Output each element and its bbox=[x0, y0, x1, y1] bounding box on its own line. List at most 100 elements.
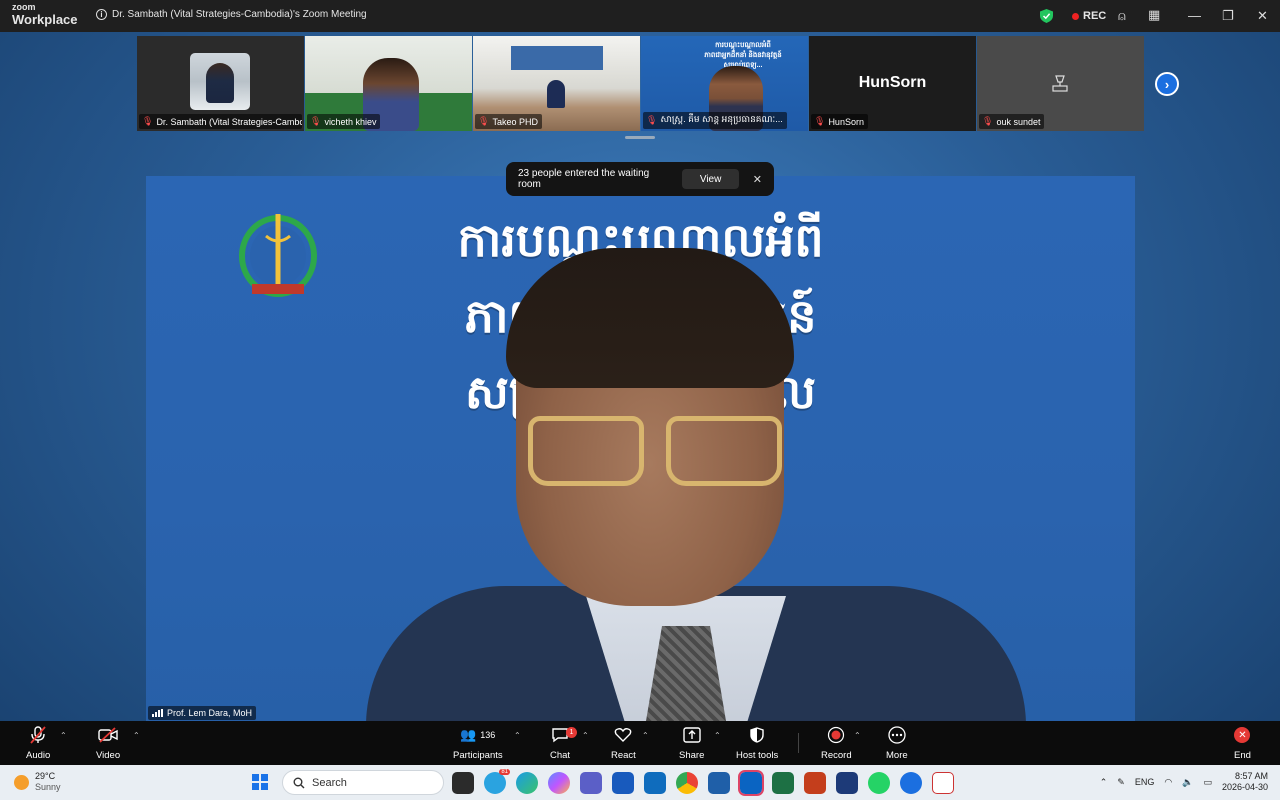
thumbnail-vicheth-khiev[interactable]: 🎙 vicheth khiev bbox=[305, 36, 472, 131]
telegram-icon[interactable]: 81 bbox=[484, 769, 510, 794]
toolbar-divider bbox=[798, 733, 799, 753]
zoom-icon[interactable] bbox=[900, 772, 922, 794]
speaker-name-label: Prof. Lem Dara, MoH bbox=[148, 706, 257, 720]
audio-options-caret-icon[interactable]: ⌃ bbox=[60, 731, 67, 740]
next-page-button[interactable]: › bbox=[1155, 72, 1179, 96]
audio-button[interactable]: Audio bbox=[26, 725, 50, 761]
weather-widget[interactable]: 29°C Sunny bbox=[14, 771, 61, 793]
sunny-icon bbox=[14, 774, 29, 790]
chevron-right-icon: › bbox=[1164, 76, 1170, 92]
meeting-title[interactable]: i Dr. Sambath (Vital Strategies-Cambodia… bbox=[96, 9, 367, 20]
more-label: More bbox=[886, 750, 908, 761]
windows-start-icon[interactable] bbox=[252, 774, 268, 790]
language-indicator[interactable]: ENG bbox=[1135, 777, 1155, 787]
thumbnail-prof-kim-san[interactable]: ការបណ្ដុះបណ្ដាលអំពី ភាពជាអ្នកដឹកនាំ និងន… bbox=[641, 36, 808, 131]
search-placeholder: Search bbox=[312, 776, 347, 789]
muted-mic-icon: 🎙 bbox=[142, 116, 154, 126]
minimize-icon[interactable]: — bbox=[1188, 8, 1201, 23]
host-tools-button[interactable]: Host tools bbox=[736, 725, 778, 761]
view-layout-icon[interactable]: ▦ bbox=[1148, 7, 1160, 23]
task-view-icon[interactable] bbox=[452, 772, 474, 794]
glasses-right bbox=[666, 416, 782, 486]
resize-grip[interactable] bbox=[625, 136, 655, 139]
info-icon[interactable]: i bbox=[96, 9, 107, 20]
zoom-window: zoom Workplace i Dr. Sambath (Vital Stra… bbox=[0, 0, 1280, 800]
heart-icon bbox=[614, 725, 632, 745]
restore-icon[interactable]: ❐ bbox=[1222, 8, 1234, 24]
participant-name: Takeo PHD bbox=[492, 116, 538, 127]
thumbnail-ouk-sundet[interactable]: 🎙 ouk sundet bbox=[977, 36, 1144, 131]
title-bar: zoom Workplace i Dr. Sambath (Vital Stra… bbox=[0, 0, 1280, 32]
zoom-logo: zoom Workplace bbox=[12, 3, 78, 27]
participant-label: 🎙 សាស្ត្រ. គឹម សាន្ត អនុប្រធានគណៈ... bbox=[643, 112, 787, 129]
calculator-icon[interactable] bbox=[836, 772, 858, 794]
share-options-caret-icon[interactable]: ⌃ bbox=[714, 731, 721, 740]
speaker-name: Prof. Lem Dara, MoH bbox=[167, 708, 253, 718]
record-button[interactable]: Record bbox=[821, 725, 852, 761]
participants-options-caret-icon[interactable]: ⌃ bbox=[514, 731, 521, 740]
chevron-up-icon[interactable]: ⌃ bbox=[1100, 777, 1108, 788]
chrome-icon[interactable] bbox=[676, 772, 698, 794]
share-label: Share bbox=[679, 750, 705, 761]
thumbnail-dr-sambath[interactable]: 🎙 Dr. Sambath (Vital Strategies-Cambodia… bbox=[137, 36, 304, 131]
participants-icon: 👥 136 bbox=[460, 727, 496, 742]
chat-options-caret-icon[interactable]: ⌃ bbox=[582, 731, 589, 740]
participant-label: 🎙 HunSorn bbox=[811, 114, 868, 129]
taskbar-search[interactable]: Search bbox=[282, 770, 444, 795]
security-icon[interactable]: ⍝ bbox=[1118, 8, 1126, 24]
participants-button[interactable]: 👥 136 Participants bbox=[453, 725, 503, 761]
view-waiting-room-button[interactable]: View bbox=[682, 169, 739, 189]
react-options-caret-icon[interactable]: ⌃ bbox=[642, 731, 649, 740]
profile-picture bbox=[190, 53, 250, 110]
battery-icon[interactable]: ▭ bbox=[1203, 777, 1212, 788]
react-button[interactable]: React bbox=[611, 725, 636, 761]
participant-label: 🎙 Takeo PHD bbox=[475, 114, 542, 129]
share-button[interactable]: Share bbox=[679, 725, 704, 761]
close-icon[interactable]: ✕ bbox=[753, 173, 762, 186]
powerpoint-icon[interactable] bbox=[804, 772, 826, 794]
thumbnail-takeo-phd[interactable]: 🎙 Takeo PHD bbox=[473, 36, 640, 131]
glasses-left bbox=[528, 416, 644, 486]
word-icon[interactable] bbox=[612, 772, 634, 794]
muted-mic-icon: 🎙 bbox=[982, 116, 994, 126]
meeting-title-text: Dr. Sambath (Vital Strategies-Cambodia)'… bbox=[112, 9, 367, 20]
pen-icon[interactable]: ✎ bbox=[1117, 777, 1125, 788]
edge-icon[interactable] bbox=[516, 772, 538, 794]
copilot-icon[interactable] bbox=[548, 772, 570, 794]
record-options-caret-icon[interactable]: ⌃ bbox=[854, 731, 861, 740]
file-explorer-icon[interactable] bbox=[708, 772, 730, 794]
whatsapp-icon[interactable] bbox=[868, 772, 890, 794]
clock[interactable]: 8:57 AM 2026-04-30 bbox=[1222, 771, 1268, 793]
temperature: 29°C bbox=[35, 771, 56, 781]
volume-icon[interactable]: 🔈 bbox=[1182, 777, 1193, 788]
search-icon bbox=[293, 777, 305, 788]
outlook-new-icon[interactable] bbox=[644, 772, 666, 794]
pdf-reader-icon[interactable] bbox=[932, 772, 954, 794]
signal-strength-icon bbox=[152, 709, 163, 717]
video-options-caret-icon[interactable]: ⌃ bbox=[133, 731, 140, 740]
participants-label: Participants bbox=[453, 750, 503, 761]
close-window-icon[interactable]: ✕ bbox=[1257, 8, 1268, 24]
outlook-icon[interactable] bbox=[738, 770, 764, 796]
connecting-icon bbox=[1052, 75, 1068, 92]
end-meeting-button[interactable]: ✕ End bbox=[1234, 725, 1251, 761]
wifi-icon[interactable]: ◠ bbox=[1164, 777, 1172, 788]
record-icon bbox=[827, 725, 845, 745]
thumbnail-hunsorn[interactable]: HunSorn 🎙 HunSorn bbox=[809, 36, 976, 131]
video-off-icon bbox=[98, 725, 118, 745]
participant-label: 🎙 vicheth khiev bbox=[307, 114, 381, 129]
waiting-room-notification: 23 people entered the waiting room View … bbox=[506, 162, 774, 196]
video-button[interactable]: Video bbox=[96, 725, 120, 761]
participant-name: vicheth khiev bbox=[324, 116, 377, 127]
chat-button[interactable]: 1 Chat bbox=[550, 725, 577, 761]
more-button[interactable]: More bbox=[886, 725, 908, 761]
recording-indicator[interactable]: REC bbox=[1072, 10, 1106, 22]
excel-icon[interactable] bbox=[772, 772, 794, 794]
participant-name: ouk sundet bbox=[996, 116, 1041, 127]
teams-icon[interactable] bbox=[580, 772, 602, 794]
encryption-shield-icon[interactable] bbox=[1040, 9, 1053, 23]
end-icon: ✕ bbox=[1234, 725, 1251, 745]
active-speaker-video[interactable]: ការបណ្ដុះបណ្ដាលអំពី ភាពជាអ្នក នវានុវត្តន… bbox=[146, 176, 1135, 721]
chat-unread-badge: 1 bbox=[566, 727, 577, 738]
taskbar-apps: 81 bbox=[452, 769, 954, 796]
